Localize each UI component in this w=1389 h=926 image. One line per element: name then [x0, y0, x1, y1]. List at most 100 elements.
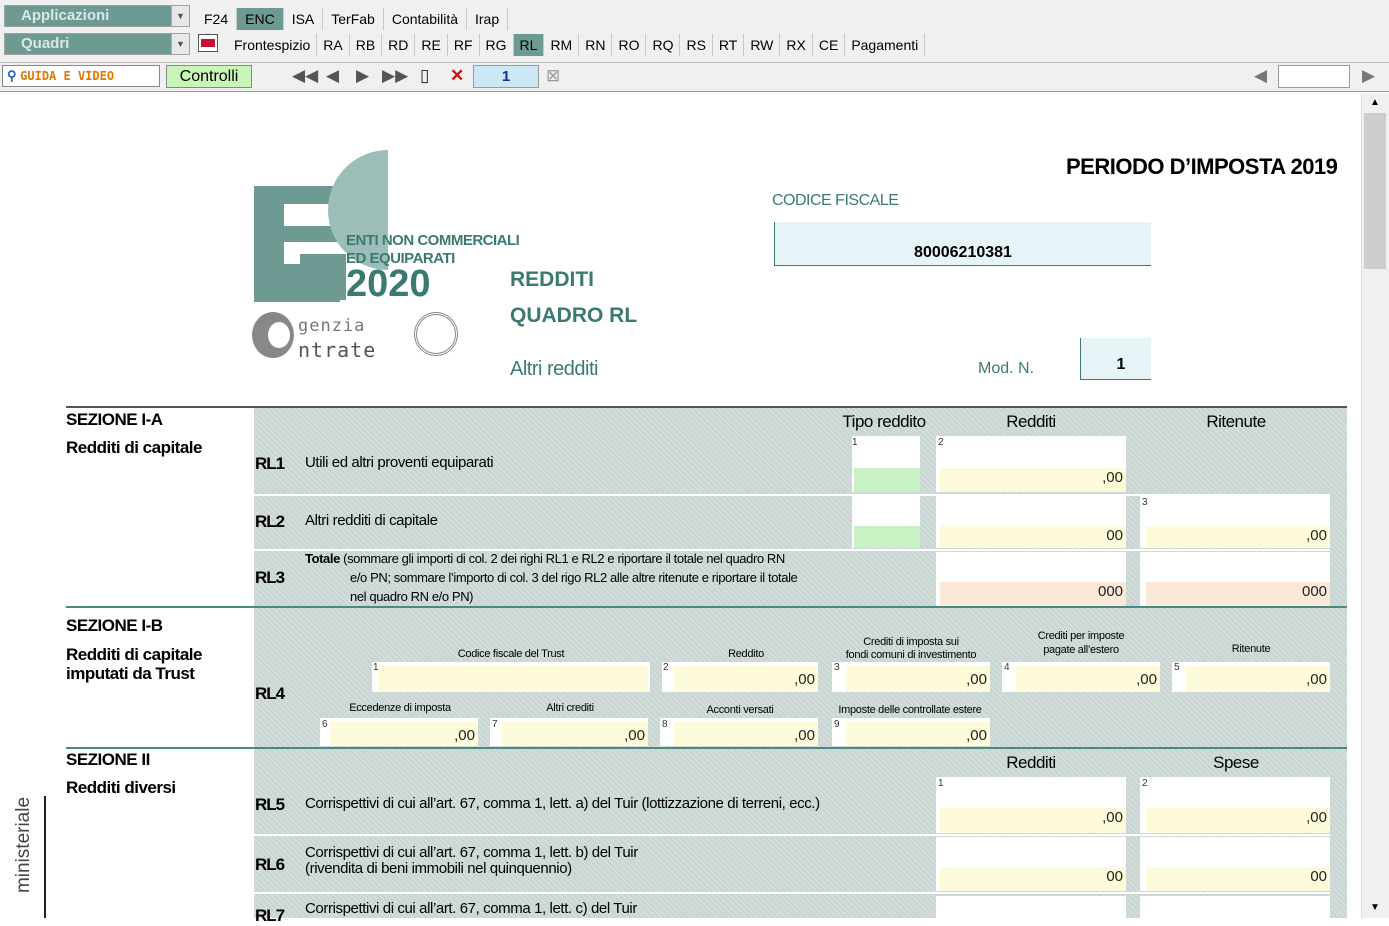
tab-rn[interactable]: RN — [579, 34, 613, 56]
tab-rf[interactable]: RF — [448, 34, 480, 56]
col-redditi-2: Redditi — [1006, 753, 1056, 772]
logo-year: 2020 — [346, 263, 431, 305]
rl4-ritenute-field[interactable]: ,00 — [1186, 666, 1330, 692]
tab-terfab[interactable]: TerFab — [323, 8, 384, 30]
quadri-dropdown[interactable]: Quadri ▼ — [4, 33, 190, 55]
rl4-header-reddito: Reddito — [728, 648, 764, 660]
altri-redditi-title: Altri redditi — [510, 358, 598, 380]
rl4-header-crediti-a: Crediti di imposta sui — [863, 636, 959, 648]
rl5-desc: Corrispettivi di cui all’art. 67, comma … — [305, 795, 820, 812]
col-number: 2 — [938, 437, 944, 448]
tab-irap[interactable]: Irap — [467, 8, 509, 30]
rl4-eccedenze-field[interactable]: ,00 — [330, 722, 478, 746]
tab-ra[interactable]: RA — [317, 34, 350, 56]
col-number: 3 — [834, 662, 840, 673]
page-number-field[interactable]: 1 — [473, 65, 539, 88]
tab-rw[interactable]: RW — [744, 34, 781, 56]
col-number: 1 — [938, 778, 944, 789]
delete-page-icon[interactable]: ✕ — [450, 66, 464, 86]
applicazioni-dropdown[interactable]: Applicazioni ▼ — [4, 5, 190, 27]
rl7-desc: Corrispettivi di cui all’art. 67, comma … — [305, 900, 637, 917]
side-label: ministeriale — [13, 796, 34, 894]
rl7-col2-box — [1140, 896, 1330, 918]
rl6-redditi-field[interactable]: 00 — [940, 867, 1126, 891]
rl3-ritenute-field[interactable]: 000 — [1146, 582, 1330, 606]
rl4-altri-field[interactable]: ,00 — [502, 722, 648, 746]
tab-frontespizio[interactable]: Frontespizio — [228, 34, 318, 56]
col-number: 2 — [663, 662, 669, 673]
next-page-icon[interactable]: ▶ — [356, 66, 369, 86]
col-number: 4 — [1004, 662, 1010, 673]
quadri-tabs: Frontespizio RA RB RD RE RF RG RL RM RN … — [228, 34, 926, 56]
tab-pagamenti[interactable]: Pagamenti — [845, 34, 926, 56]
section-1a-subtitle: Redditi di capitale — [66, 438, 202, 457]
last-page-icon[interactable]: ▶▶ — [382, 66, 408, 86]
rl2-desc: Altri redditi di capitale — [305, 512, 438, 529]
rl6-spese-field[interactable]: 00 — [1146, 867, 1330, 891]
rl2-redditi-field[interactable]: 00 — [940, 526, 1126, 548]
rl5-spese-field[interactable]: ,00 — [1146, 808, 1330, 833]
rl4-header-eccedenze: Eccedenze di imposta — [349, 702, 451, 714]
rl4-cf-field[interactable] — [378, 666, 648, 692]
tab-ce[interactable]: CE — [813, 34, 846, 56]
scroll-left-icon[interactable]: ◀ — [1254, 66, 1267, 86]
emblem-icon — [414, 312, 458, 356]
rl4-estero-field[interactable]: ,00 — [1016, 666, 1160, 692]
tab-rq[interactable]: RQ — [646, 34, 681, 56]
mod-number-field[interactable]: 1 — [1080, 338, 1151, 380]
search-field[interactable] — [1278, 65, 1350, 88]
tab-rl[interactable]: RL — [513, 34, 545, 56]
section-2-subtitle: Redditi diversi — [66, 778, 176, 797]
tab-isa[interactable]: ISA — [284, 8, 324, 30]
tab-rm[interactable]: RM — [544, 34, 580, 56]
rl4-crediti-field[interactable]: ,00 — [846, 666, 990, 692]
codice-fiscale-field[interactable]: 80006210381 — [774, 222, 1151, 266]
guida-video-button[interactable]: ⚲ GUIDA E VIDEO — [2, 65, 160, 87]
scroll-up-icon[interactable]: ▲ — [1364, 93, 1386, 113]
rl4-header-controllate: Imposte delle controllate estere — [838, 704, 982, 716]
rl1-redditi-field[interactable]: ,00 — [940, 468, 1126, 492]
rl1-tipo-field[interactable] — [854, 468, 920, 492]
scroll-right-icon[interactable]: ▶ — [1362, 66, 1375, 86]
tab-rg[interactable]: RG — [480, 34, 514, 56]
tab-f24[interactable]: F24 — [196, 8, 238, 30]
new-page-icon[interactable]: ▯ — [420, 66, 429, 86]
rl3-totale-label: Totale — [305, 551, 340, 566]
rl7-col1-box — [936, 896, 1126, 918]
tab-rx[interactable]: RX — [780, 34, 813, 56]
tab-contabilita[interactable]: Contabilità — [384, 8, 467, 30]
rl4-acconti-field[interactable]: ,00 — [674, 722, 818, 746]
section-1b-subtitle2: imputati da Trust — [66, 664, 195, 683]
row-divider — [254, 892, 1330, 894]
col-number: 2 — [1142, 778, 1148, 789]
col-spese: Spese — [1213, 753, 1259, 772]
scroll-thumb[interactable] — [1364, 113, 1386, 269]
vertical-scrollbar[interactable]: ▲ ▼ — [1361, 93, 1389, 918]
chevron-down-icon[interactable]: ▼ — [171, 6, 189, 26]
pdf-icon[interactable] — [198, 34, 218, 52]
rl2-tipo-field[interactable] — [854, 526, 920, 548]
rl2-ritenute-field[interactable]: ,00 — [1146, 526, 1330, 548]
rl4-reddito-field[interactable]: ,00 — [674, 666, 818, 692]
chevron-down-icon[interactable]: ▼ — [171, 34, 189, 54]
redditi-title: REDDITI — [510, 268, 594, 291]
col-number: 7 — [492, 719, 498, 730]
tab-enc[interactable]: ENC — [237, 8, 284, 30]
rl3-redditi-decimals: 00 — [1106, 583, 1123, 600]
tab-re[interactable]: RE — [415, 34, 448, 56]
tab-rb[interactable]: RB — [350, 34, 383, 56]
col-tipo-reddito: Tipo reddito — [842, 412, 926, 431]
rl4-controllate-field[interactable]: ,00 — [846, 722, 990, 746]
tab-rt[interactable]: RT — [713, 34, 745, 56]
controlli-button[interactable]: Controlli — [166, 65, 252, 88]
scroll-down-icon[interactable]: ▼ — [1364, 898, 1386, 918]
rl5-redditi-field[interactable]: ,00 — [940, 808, 1126, 833]
logo-line1: ENTI NON COMMERCIALI — [346, 232, 520, 249]
tab-rs[interactable]: RS — [680, 34, 713, 56]
rl3-redditi-field[interactable]: 000 — [940, 582, 1126, 606]
prev-page-icon[interactable]: ◀ — [326, 66, 339, 86]
first-page-icon[interactable]: ◀◀ — [292, 66, 318, 86]
tab-ro[interactable]: RO — [612, 34, 647, 56]
quadro-title: QUADRO RL — [510, 304, 638, 327]
tab-rd[interactable]: RD — [382, 34, 416, 56]
